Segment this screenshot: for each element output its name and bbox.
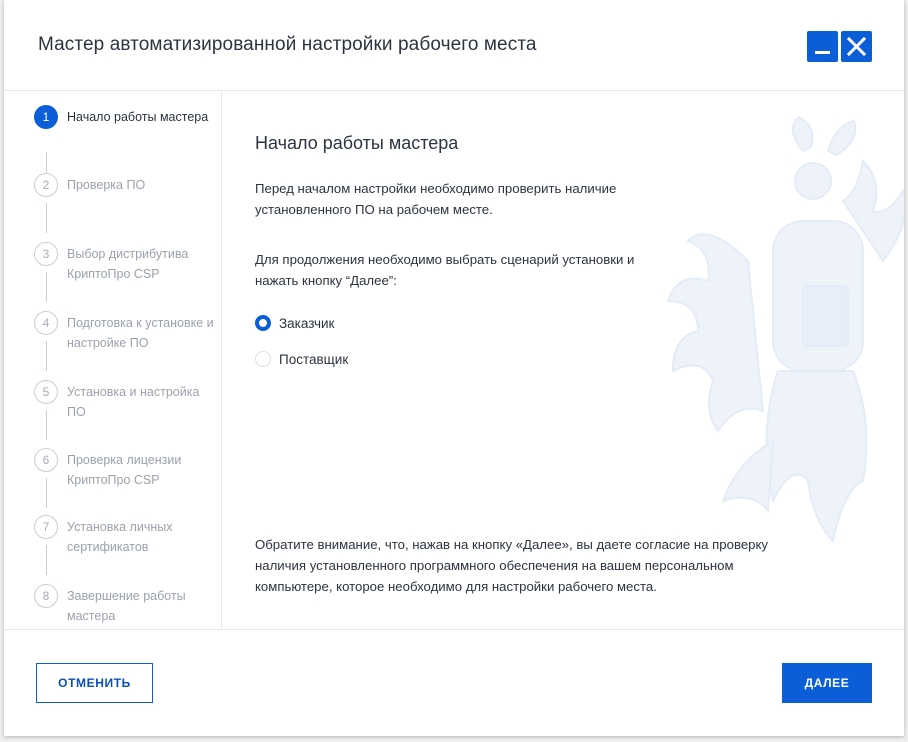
cancel-button[interactable]: ОТМЕНИТЬ — [36, 663, 153, 703]
consent-notice: Обратите внимание, что, нажав на кнопку … — [255, 537, 769, 594]
dialog-header: Мастер автоматизированной настройки рабо… — [4, 0, 904, 91]
instruction-text: Для продолжения необходимо выбрать сцена… — [255, 252, 635, 288]
coat-of-arms-watermark-icon — [666, 115, 904, 544]
step-number: 8 — [34, 584, 58, 608]
content-heading: Начало работы мастера — [255, 133, 459, 153]
step-number: 7 — [34, 515, 58, 539]
step-label: Завершение работы мастера — [67, 589, 186, 623]
radio-label: Поставщик — [279, 351, 349, 367]
radio-option-supplier[interactable]: Поставщик — [255, 350, 348, 368]
step-label: Подготовка к установке и настройке ПО — [67, 316, 214, 350]
step-connector — [45, 410, 47, 440]
close-button[interactable] — [841, 31, 872, 62]
radio-option-customer[interactable]: Заказчик — [255, 314, 334, 332]
radio-label: Заказчик — [279, 315, 335, 331]
step-connector — [45, 478, 47, 508]
step-number: 4 — [34, 311, 58, 335]
radio-button-checked[interactable] — [255, 315, 271, 331]
step-connector — [45, 272, 47, 302]
close-icon — [846, 36, 867, 57]
wizard-dialog: Мастер автоматизированной настройки рабо… — [4, 0, 904, 736]
radio-button-unchecked[interactable] — [255, 351, 271, 367]
step-number: 5 — [34, 380, 58, 404]
step-label: Установка и настройка ПО — [67, 385, 200, 419]
step-connector — [45, 203, 47, 233]
step-connector — [45, 341, 47, 371]
wizard-content: Начало работы мастера Перед началом наст… — [223, 91, 904, 629]
step-connector — [45, 545, 47, 575]
step-label: Выбор дистрибутива КриптоПро CSP — [67, 247, 189, 281]
intro-text: Перед началом настройки необходимо прове… — [255, 181, 617, 217]
step-label: Установка личных сертификатов — [67, 520, 173, 554]
step-label: Начало работы мастера — [67, 110, 209, 124]
minimize-button[interactable] — [807, 31, 838, 62]
step-label: Проверка ПО — [67, 178, 146, 192]
wizard-steps-sidebar: 1 Начало работы мастера 2 Проверка ПО 3 … — [4, 91, 222, 629]
dialog-title: Мастер автоматизированной настройки рабо… — [38, 34, 537, 55]
minimize-icon — [815, 51, 830, 54]
step-number: 6 — [34, 448, 58, 472]
next-button[interactable]: ДАЛЕЕ — [782, 663, 872, 703]
step-number: 1 — [34, 105, 58, 129]
step-label: Проверка лицензии КриптоПро CSP — [67, 453, 182, 487]
step-number: 2 — [34, 173, 58, 197]
dialog-footer: ОТМЕНИТЬ ДАЛЕЕ — [4, 629, 904, 736]
step-number: 3 — [34, 242, 58, 266]
